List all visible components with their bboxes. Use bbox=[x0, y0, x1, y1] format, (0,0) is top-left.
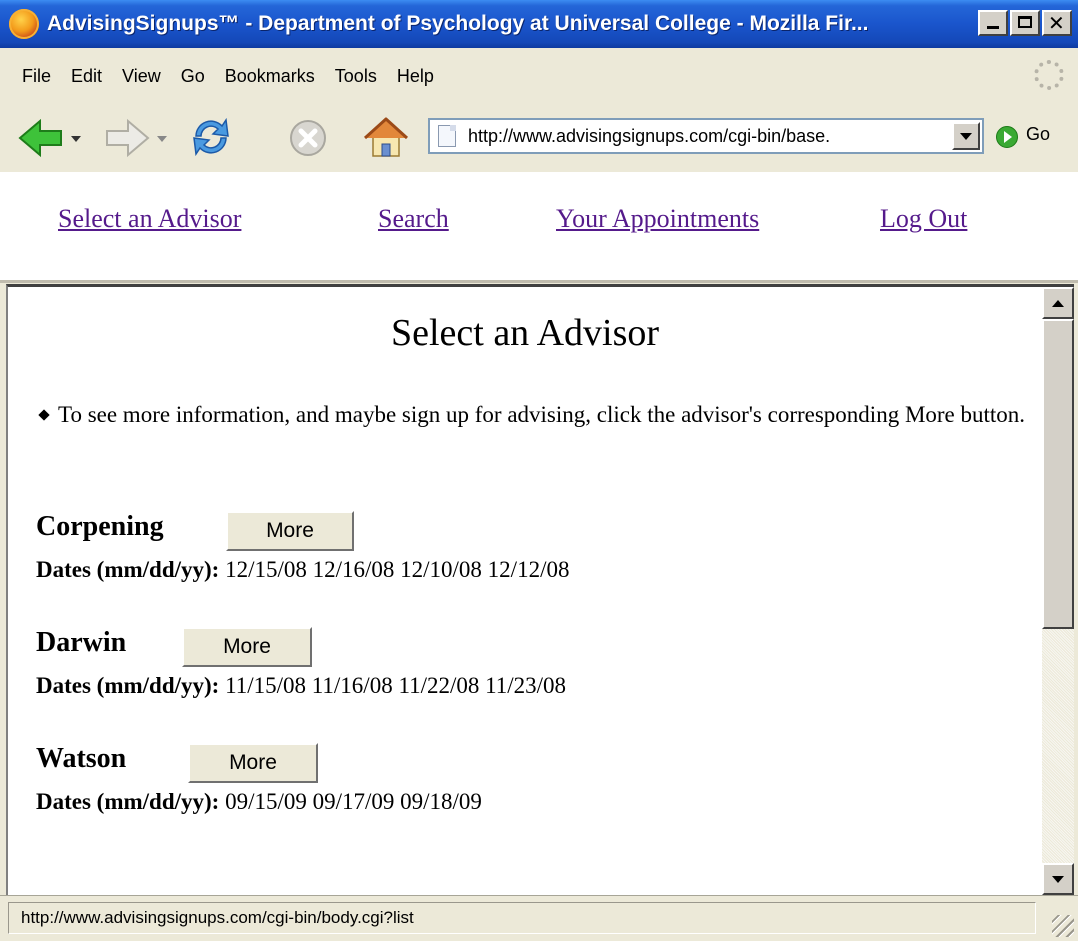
scroll-down-button[interactable] bbox=[1042, 863, 1074, 895]
advisor-list-page: Select an Advisor To see more informatio… bbox=[8, 287, 1042, 895]
advisor-dates: Dates (mm/dd/yy): 12/15/08 12/16/08 12/1… bbox=[36, 557, 569, 583]
close-button[interactable]: ✕ bbox=[1042, 10, 1072, 36]
content-frame: Select an Advisor To see more informatio… bbox=[6, 284, 1074, 895]
status-text: http://www.advisingsignups.com/cgi-bin/b… bbox=[8, 902, 1036, 934]
page-title: Select an Advisor bbox=[390, 312, 660, 354]
window-title: AdvisingSignups™ - Department of Psychol… bbox=[47, 12, 869, 35]
menu-view[interactable]: View bbox=[122, 66, 161, 87]
dates-value: 12/15/08 12/16/08 12/10/08 12/12/08 bbox=[225, 557, 570, 582]
back-dropdown-icon[interactable] bbox=[70, 134, 82, 144]
dates-value: 11/15/08 11/16/08 11/22/08 11/23/08 bbox=[225, 673, 567, 698]
vertical-scrollbar[interactable] bbox=[1042, 287, 1074, 895]
advisor-name: Corpening bbox=[36, 511, 164, 542]
advisor-dates: Dates (mm/dd/yy): 11/15/08 11/16/08 11/2… bbox=[36, 673, 566, 699]
resize-grip-icon[interactable] bbox=[1052, 915, 1074, 937]
scroll-up-button[interactable] bbox=[1042, 287, 1074, 319]
menu-help[interactable]: Help bbox=[397, 66, 434, 87]
instructions-text: To see more information, and maybe sign … bbox=[58, 402, 1026, 427]
more-button-darwin[interactable]: More bbox=[182, 627, 312, 667]
throbber-icon bbox=[1034, 60, 1064, 90]
dates-label: Dates (mm/dd/yy): bbox=[36, 789, 220, 814]
menu-bar: File Edit View Go Bookmarks Tools Help bbox=[0, 48, 1078, 105]
back-arrow-icon[interactable] bbox=[18, 118, 64, 158]
menu-go[interactable]: Go bbox=[181, 66, 205, 87]
forward-arrow-icon[interactable] bbox=[104, 118, 150, 158]
advisor-name: Watson bbox=[36, 743, 127, 774]
forward-dropdown-icon[interactable] bbox=[156, 134, 168, 144]
browser-window: AdvisingSignups™ - Department of Psychol… bbox=[0, 0, 1078, 941]
navigation-toolbar: http://www.advisingsignups.com/cgi-bin/b… bbox=[0, 104, 1078, 173]
go-button-label[interactable]: Go bbox=[1026, 124, 1050, 145]
menu-file[interactable]: File bbox=[22, 66, 51, 87]
status-bar: http://www.advisingsignups.com/cgi-bin/b… bbox=[0, 895, 1078, 941]
maximize-button[interactable] bbox=[1010, 10, 1040, 36]
bullet-icon bbox=[38, 409, 50, 421]
url-bar[interactable]: http://www.advisingsignups.com/cgi-bin/b… bbox=[428, 118, 984, 154]
firefox-logo-icon bbox=[9, 9, 39, 39]
scrollbar-thumb[interactable] bbox=[1042, 319, 1074, 629]
menu-bookmarks[interactable]: Bookmarks bbox=[225, 66, 315, 87]
url-input[interactable]: http://www.advisingsignups.com/cgi-bin/b… bbox=[468, 126, 928, 147]
nav-link-search[interactable]: Search bbox=[378, 204, 449, 234]
page-icon bbox=[438, 125, 456, 147]
nav-link-your-appointments[interactable]: Your Appointments bbox=[556, 204, 759, 234]
instructions: To see more information, and maybe sign … bbox=[36, 395, 1036, 435]
minimize-button[interactable] bbox=[978, 10, 1008, 36]
stop-icon[interactable] bbox=[288, 118, 328, 158]
menu-tools[interactable]: Tools bbox=[335, 66, 377, 87]
advisor-dates: Dates (mm/dd/yy): 09/15/09 09/17/09 09/1… bbox=[36, 789, 482, 815]
window-controls: ✕ bbox=[978, 10, 1072, 36]
advisor-name: Darwin bbox=[36, 627, 127, 658]
reload-icon[interactable] bbox=[188, 114, 234, 160]
dates-label: Dates (mm/dd/yy): bbox=[36, 557, 220, 582]
more-button-watson[interactable]: More bbox=[188, 743, 318, 783]
title-bar[interactable]: AdvisingSignups™ - Department of Psychol… bbox=[0, 0, 1078, 48]
dates-label: Dates (mm/dd/yy): bbox=[36, 673, 220, 698]
dates-value: 09/15/09 09/17/09 09/18/09 bbox=[225, 789, 482, 814]
url-history-dropdown[interactable] bbox=[952, 122, 980, 150]
go-icon[interactable] bbox=[996, 126, 1018, 148]
nav-link-select-advisor[interactable]: Select an Advisor bbox=[58, 204, 241, 234]
more-button-corpening[interactable]: More bbox=[226, 511, 354, 551]
maximize-icon bbox=[1018, 16, 1032, 28]
minimize-icon bbox=[987, 26, 999, 29]
top-navigation-frame: Select an Advisor Search Your Appointmen… bbox=[0, 172, 1078, 283]
close-icon: ✕ bbox=[1048, 11, 1065, 35]
menu-edit[interactable]: Edit bbox=[71, 66, 102, 87]
home-icon[interactable] bbox=[362, 114, 410, 160]
nav-link-log-out[interactable]: Log Out bbox=[880, 204, 967, 234]
